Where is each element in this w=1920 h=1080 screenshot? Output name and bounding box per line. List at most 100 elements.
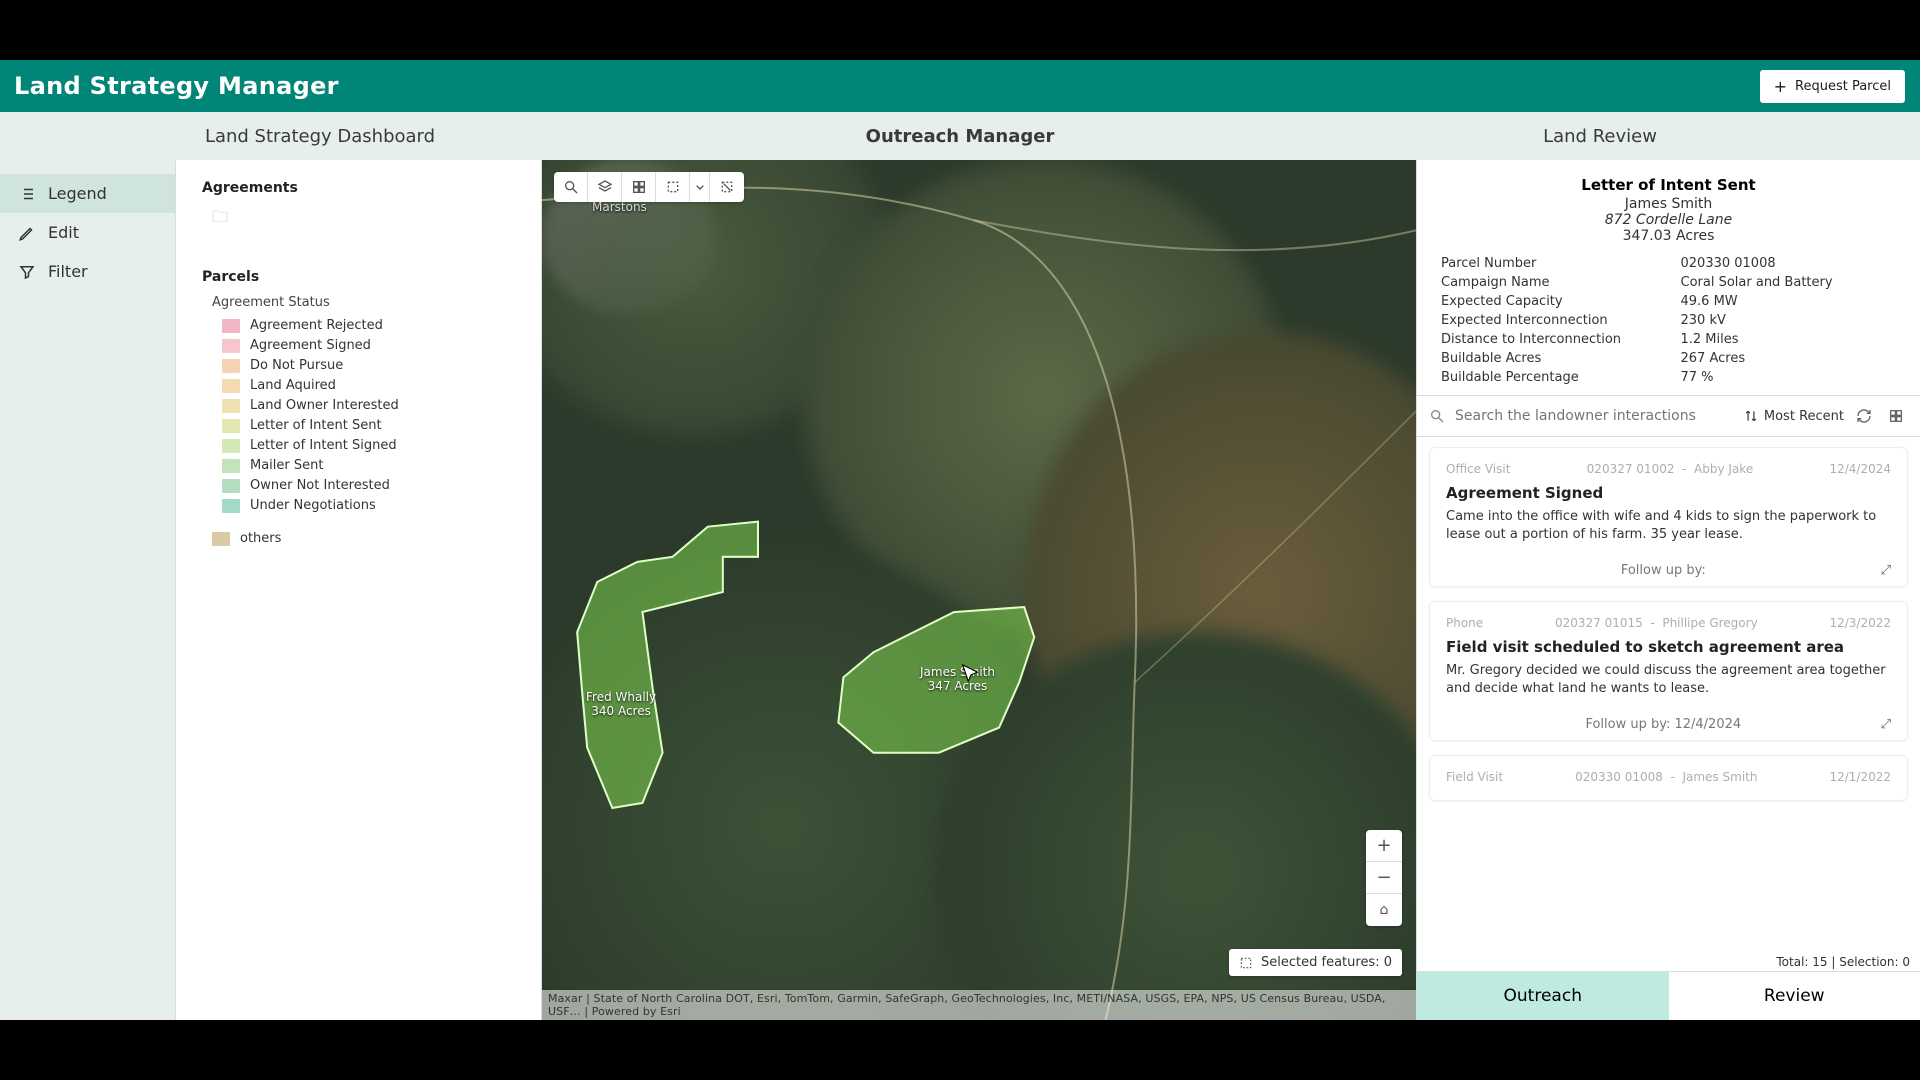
refresh-button[interactable] xyxy=(1852,404,1876,428)
expand-icon[interactable]: ⤢ xyxy=(1881,717,1891,732)
legend-item: Land Owner Interested xyxy=(222,398,515,413)
tab-dashboard[interactable]: Land Strategy Dashboard xyxy=(0,112,640,160)
rail-filter[interactable]: Filter xyxy=(0,252,175,291)
legend-item: Land Aquired xyxy=(222,378,515,393)
legend-swatch xyxy=(222,499,240,513)
card-kind: Field Visit xyxy=(1446,770,1503,784)
legend-item-label: Mailer Sent xyxy=(250,458,323,473)
legend-item-label: Letter of Intent Sent xyxy=(250,418,382,433)
detail-kv: Parcel Number020330 01008 Campaign NameC… xyxy=(1441,256,1896,385)
legend-item-label: Agreement Signed xyxy=(250,338,371,353)
map-basemap-icon[interactable] xyxy=(622,172,656,202)
legend-icon xyxy=(18,185,36,203)
agreements-placeholder-icon: 🗀 xyxy=(212,206,515,233)
interaction-card[interactable]: Phone020327 01015 - Phillipe Gregory12/3… xyxy=(1429,601,1908,741)
app-header: Land Strategy Manager + Request Parcel xyxy=(0,60,1920,112)
card-meta-center: 020327 01015 - Phillipe Gregory xyxy=(1555,616,1758,630)
kv-parcel-number-k: Parcel Number xyxy=(1441,256,1657,271)
legend-others-label: others xyxy=(240,531,281,546)
expand-icon[interactable]: ⤢ xyxy=(1881,563,1891,578)
legend-swatch xyxy=(222,339,240,353)
parcel-b-label: James Smith347 Acres xyxy=(920,665,995,694)
map-select-icon[interactable] xyxy=(656,172,690,202)
legend-item-label: Do Not Pursue xyxy=(250,358,343,373)
kv-distance-to-interconnection-k: Distance to Interconnection xyxy=(1441,332,1657,347)
kv-expected-capacity-k: Expected Capacity xyxy=(1441,294,1657,309)
selection-icon xyxy=(1239,956,1253,970)
legend-item-label: Agreement Rejected xyxy=(250,318,383,333)
map-layers-icon[interactable] xyxy=(588,172,622,202)
rail: Legend Edit Filter xyxy=(0,160,176,1020)
btab-outreach[interactable]: Outreach xyxy=(1417,972,1669,1020)
legend-swatch xyxy=(222,419,240,433)
tab-outreach[interactable]: Outreach Manager xyxy=(640,112,1280,160)
zoom-controls: + − ⌂ xyxy=(1366,830,1402,926)
sort-dropdown[interactable]: Most Recent xyxy=(1744,409,1844,424)
card-kind: Office Visit xyxy=(1446,462,1510,476)
card-meta-center: 020327 01002 - Abby Jake xyxy=(1587,462,1754,476)
kv-expected-interconnection-v: 230 kV xyxy=(1681,313,1897,328)
legend-swatch xyxy=(222,319,240,333)
card-meta-center: 020330 01008 - James Smith xyxy=(1575,770,1757,784)
zoom-in-button[interactable]: + xyxy=(1366,830,1402,862)
rail-edit[interactable]: Edit xyxy=(0,213,175,252)
detail-owner: James Smith xyxy=(1441,196,1896,212)
card-followup: Follow up by: 12/4/2024 xyxy=(1585,717,1741,732)
rail-filter-label: Filter xyxy=(48,262,88,281)
legend-item-label: Land Owner Interested xyxy=(250,398,399,413)
detail-panel: Letter of Intent Sent James Smith 872 Co… xyxy=(1416,160,1920,1020)
legend-others-swatch xyxy=(212,532,230,546)
place-label: Marstons xyxy=(592,200,647,214)
card-date: 12/4/2024 xyxy=(1829,462,1891,476)
home-extent-button[interactable]: ⌂ xyxy=(1366,894,1402,926)
interactions-feed[interactable]: Office Visit 020327 01002 - Abby Jake 12/4… xyxy=(1417,437,1920,971)
agreement-status-subhead: Agreement Status xyxy=(212,295,515,310)
plus-icon: + xyxy=(1774,77,1787,96)
detail-address: 872 Cordelle Lane xyxy=(1441,212,1896,228)
map-search-icon[interactable] xyxy=(554,172,588,202)
legend-item: Letter of Intent Signed xyxy=(222,438,515,453)
legend-others: others xyxy=(212,531,515,546)
kv-buildable-acres-v: 267 Acres xyxy=(1681,351,1897,366)
parcels-header: Parcels xyxy=(202,269,515,285)
map-canvas[interactable]: Fred Whally340 Acres James Smith347 Acre… xyxy=(542,160,1416,1020)
map-clear-selection-icon[interactable] xyxy=(710,172,744,202)
card-followup: Follow up by: xyxy=(1621,563,1706,578)
legend-swatch xyxy=(222,439,240,453)
card-body: Mr. Gregory decided we could discuss the… xyxy=(1446,662,1891,697)
card-kind: Phone xyxy=(1446,616,1483,630)
parcels-svg xyxy=(542,160,1416,1020)
legend-item: Agreement Rejected xyxy=(222,318,515,333)
legend-swatch xyxy=(222,379,240,393)
selected-features-text: Selected features: 0 xyxy=(1261,955,1392,970)
kv-buildable-percentage-k: Buildable Percentage xyxy=(1441,370,1657,385)
map-select-dropdown-icon[interactable] xyxy=(690,172,710,202)
sort-icon xyxy=(1744,409,1758,423)
filter-icon xyxy=(18,263,36,281)
legend-panel: Agreements 🗀 Parcels Agreement Status Ag… xyxy=(176,160,542,1020)
zoom-out-button[interactable]: − xyxy=(1366,862,1402,894)
legend-item: Mailer Sent xyxy=(222,458,515,473)
detail-bottom-tabs: Outreach Review xyxy=(1417,971,1920,1020)
map-toolbar xyxy=(554,172,744,202)
rail-legend[interactable]: Legend xyxy=(0,174,175,213)
selected-features-chip[interactable]: Selected features: 0 xyxy=(1229,949,1402,976)
main-tabs: Land Strategy Dashboard Outreach Manager… xyxy=(0,112,1920,160)
legend-item-label: Under Negotiations xyxy=(250,498,376,513)
legend-item: Owner Not Interested xyxy=(222,478,515,493)
kv-campaign-name-v: Coral Solar and Battery xyxy=(1681,275,1897,290)
agreements-header: Agreements xyxy=(202,180,515,196)
detail-status: Letter of Intent Sent xyxy=(1441,176,1896,194)
btab-review[interactable]: Review xyxy=(1669,972,1920,1020)
kv-buildable-acres-k: Buildable Acres xyxy=(1441,351,1657,366)
cursor-icon xyxy=(960,662,982,686)
card-date: 12/1/2022 xyxy=(1829,770,1891,784)
legend-item-label: Land Aquired xyxy=(250,378,336,393)
request-parcel-button[interactable]: + Request Parcel xyxy=(1759,69,1906,104)
interactions-search-input[interactable] xyxy=(1453,407,1736,425)
tab-review[interactable]: Land Review xyxy=(1280,112,1920,160)
interaction-card[interactable]: Field Visit 020330 01008 - James Smith 12/… xyxy=(1429,755,1908,801)
grid-view-button[interactable] xyxy=(1884,404,1908,428)
interactions-toolbar: Most Recent xyxy=(1417,396,1920,437)
interaction-card[interactable]: Office Visit 020327 01002 - Abby Jake 12/4… xyxy=(1429,447,1908,587)
